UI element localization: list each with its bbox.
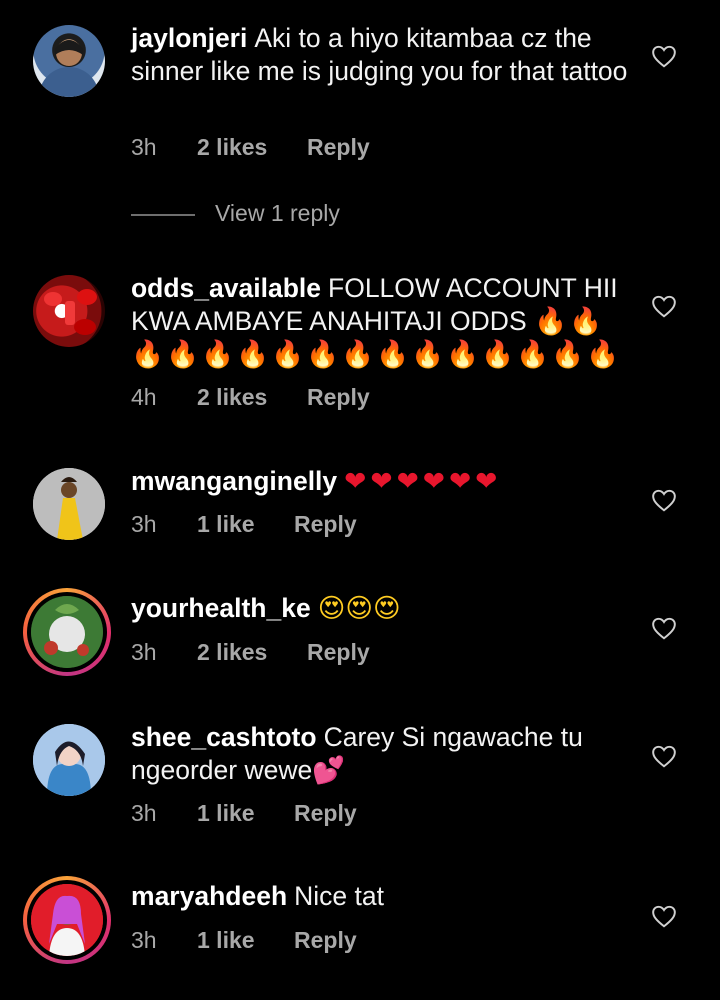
story-ring[interactable] xyxy=(23,876,111,964)
comment-username[interactable]: odds_available xyxy=(131,273,321,303)
avatar[interactable] xyxy=(31,596,103,668)
heart-outline-icon[interactable] xyxy=(651,744,677,768)
avatar[interactable] xyxy=(31,884,103,956)
comment-username[interactable]: yourhealth_ke xyxy=(131,593,311,623)
comment-item: jaylonjeri Aki to a hiyo kitambaa cz the … xyxy=(0,0,720,250)
comment-text: Nice tat xyxy=(294,881,384,911)
view-replies-button[interactable]: View 1 reply xyxy=(131,200,431,232)
reply-button[interactable]: Reply xyxy=(294,800,357,827)
avatar[interactable] xyxy=(33,724,105,796)
likes-count[interactable]: 2 likes xyxy=(197,134,307,161)
reply-button[interactable]: Reply xyxy=(307,134,370,161)
replies-divider xyxy=(131,214,195,216)
reply-button[interactable]: Reply xyxy=(294,511,357,538)
comment-meta: 3h 1 like Reply xyxy=(131,511,357,538)
comment-username[interactable]: mwanganginelly xyxy=(131,466,337,496)
view-replies-label: View 1 reply xyxy=(215,200,340,226)
heart-outline-icon[interactable] xyxy=(651,44,677,68)
comment-emojis: 😍😍😍 xyxy=(317,593,401,624)
avatar[interactable] xyxy=(33,468,105,540)
likes-count[interactable]: 1 like xyxy=(197,511,294,538)
reply-button[interactable]: Reply xyxy=(307,639,370,666)
reply-button[interactable]: Reply xyxy=(294,927,357,954)
reply-button[interactable]: Reply xyxy=(307,384,370,411)
likes-count[interactable]: 1 like xyxy=(197,927,294,954)
comment-emojis: 💕 xyxy=(312,755,346,786)
comment-time: 4h xyxy=(131,384,157,410)
likes-count[interactable]: 2 likes xyxy=(197,384,307,411)
avatar[interactable] xyxy=(33,25,105,97)
likes-count[interactable]: 2 likes xyxy=(197,639,307,666)
likes-count[interactable]: 1 like xyxy=(197,800,294,827)
comment-time: 3h xyxy=(131,800,157,826)
comment-username[interactable]: maryahdeeh xyxy=(131,881,287,911)
heart-outline-icon[interactable] xyxy=(651,616,677,640)
heart-outline-icon[interactable] xyxy=(651,294,677,318)
comment-meta: 3h 1 like Reply xyxy=(131,800,357,827)
avatar[interactable] xyxy=(33,275,105,347)
comment-meta: 3h 1 like Reply xyxy=(131,927,357,954)
comment-meta: 4h 2 likes Reply xyxy=(131,384,370,411)
comment-time: 3h xyxy=(131,134,157,160)
comment-username[interactable]: jaylonjeri xyxy=(131,23,247,53)
story-ring[interactable] xyxy=(23,588,111,676)
comment-time: 3h xyxy=(131,639,157,665)
comment-meta: 3h 2 likes Reply xyxy=(131,134,370,161)
heart-outline-icon[interactable] xyxy=(651,904,677,928)
heart-outline-icon[interactable] xyxy=(651,488,677,512)
comment-meta: 3h 2 likes Reply xyxy=(131,639,370,666)
comment-emojis: ❤❤❤❤❤❤ xyxy=(344,466,502,497)
comment-time: 3h xyxy=(131,927,157,953)
comment-time: 3h xyxy=(131,511,157,537)
comment-username[interactable]: shee_cashtoto xyxy=(131,722,317,752)
